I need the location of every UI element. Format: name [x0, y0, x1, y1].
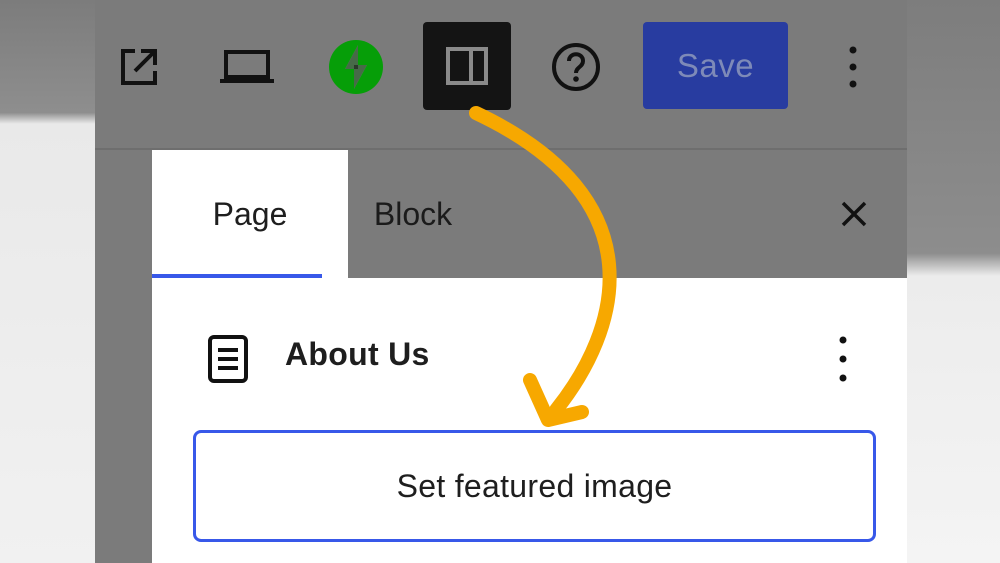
document-summary: About Us [152, 278, 907, 428]
set-featured-image-button[interactable]: Set featured image [193, 430, 876, 542]
preview-button[interactable] [213, 38, 281, 96]
tab-page[interactable]: Page [152, 150, 348, 278]
page-icon [208, 335, 248, 383]
tab-block[interactable]: Block [348, 150, 478, 278]
view-page-button[interactable] [110, 38, 168, 96]
sidebar-toggle-icon [446, 47, 488, 85]
jetpack-bolt-icon [329, 40, 383, 94]
settings-sidebar: Page Block About Us Set featured image [152, 150, 907, 563]
close-sidebar-button[interactable] [832, 192, 876, 236]
editor-toolbar: Save [95, 0, 907, 150]
save-button[interactable]: Save [643, 22, 788, 109]
external-link-icon [121, 49, 157, 85]
settings-sidebar-toggle[interactable] [423, 22, 511, 110]
background-right [907, 0, 1000, 563]
help-button[interactable] [547, 38, 605, 96]
more-vertical-icon[interactable] [826, 334, 860, 384]
jetpack-button[interactable] [327, 38, 385, 96]
background-left [0, 0, 95, 563]
options-button[interactable] [833, 38, 873, 96]
document-title: About Us [285, 336, 430, 372]
close-icon [841, 201, 867, 227]
laptop-icon [220, 50, 274, 83]
more-vertical-icon [849, 46, 857, 88]
help-icon [552, 43, 600, 91]
sidebar-tabs: Page Block [152, 150, 907, 278]
